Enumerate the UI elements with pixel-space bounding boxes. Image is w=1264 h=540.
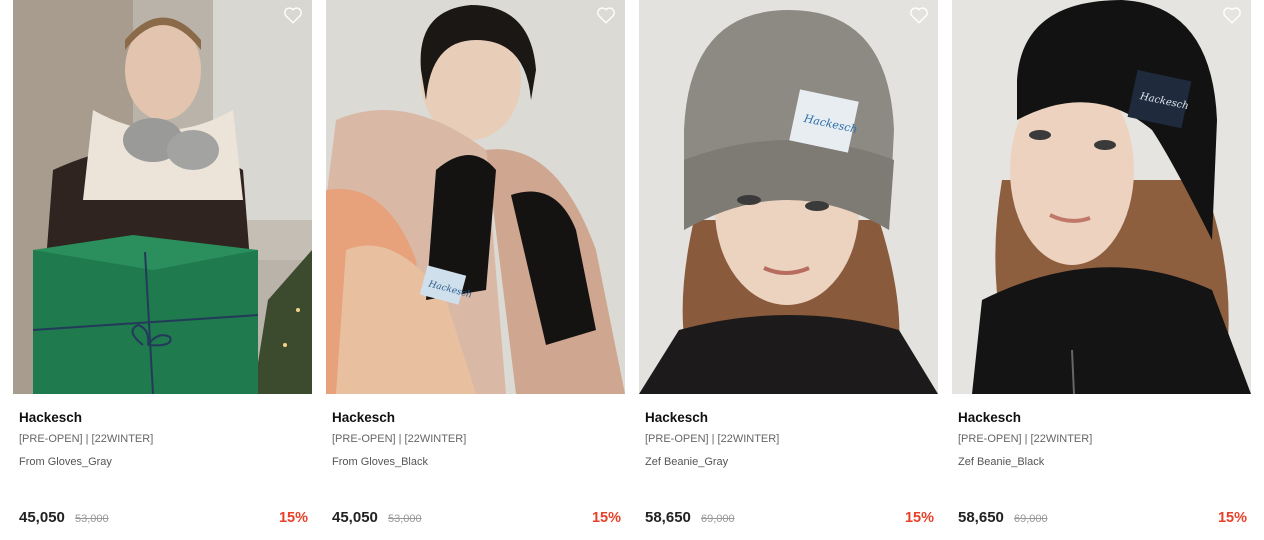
product-tag: [PRE-OPEN] | [22WINTER] [958, 433, 1093, 445]
discount-rate: 15% [1217, 510, 1247, 526]
wishlist-button[interactable] [282, 4, 304, 26]
price-row: 58,650 69,000 15% [958, 509, 1247, 527]
product-card[interactable]: Hackesch Hackesch [PRE-OPEN] | [22WINTER… [952, 0, 1251, 540]
price-row: 45,050 53,000 15% [332, 509, 621, 527]
product-image[interactable] [13, 0, 312, 394]
product-photo-gloves-gray [13, 0, 312, 394]
product-image[interactable]: Hackesch [326, 0, 625, 394]
product-name[interactable]: Zef Beanie_Gray [645, 455, 932, 469]
wishlist-button[interactable] [1221, 4, 1243, 26]
wishlist-button[interactable] [595, 4, 617, 26]
product-card[interactable]: Hackesch [PRE-OPEN] | [22WINTER] From Gl… [13, 0, 312, 540]
product-image[interactable]: Hackesch [952, 0, 1251, 394]
product-grid: Hackesch [PRE-OPEN] | [22WINTER] From Gl… [0, 0, 1264, 540]
product-name[interactable]: Zef Beanie_Black [958, 455, 1245, 469]
original-price: 53,000 [75, 513, 109, 525]
product-brand[interactable]: Hackesch [332, 409, 619, 426]
original-price: 69,000 [701, 513, 735, 525]
original-price: 69,000 [1014, 513, 1048, 525]
product-card[interactable]: Hackesch Hackesch [PRE-OPEN] | [22WINTER… [326, 0, 625, 540]
heart-outline-icon [284, 7, 302, 24]
heart-outline-icon [597, 7, 615, 24]
heart-outline-icon [910, 7, 928, 24]
product-brand[interactable]: Hackesch [645, 409, 932, 426]
product-brand[interactable]: Hackesch [19, 409, 306, 426]
sale-price: 45,050 [332, 509, 378, 526]
heart-outline-icon [1223, 7, 1241, 24]
sale-price: 45,050 [19, 509, 65, 526]
price-row: 45,050 53,000 15% [19, 509, 308, 527]
product-name[interactable]: From Gloves_Black [332, 455, 619, 469]
product-image[interactable]: Hackesch [639, 0, 938, 394]
sale-price: 58,650 [645, 509, 691, 526]
wishlist-button[interactable] [908, 4, 930, 26]
product-photo-gloves-black: Hackesch [326, 0, 625, 394]
product-tag: [PRE-OPEN] | [22WINTER] [332, 433, 467, 445]
product-name[interactable]: From Gloves_Gray [19, 455, 306, 469]
product-photo-beanie-black: Hackesch [952, 0, 1251, 394]
discount-rate: 15% [591, 510, 621, 526]
original-price: 53,000 [388, 513, 422, 525]
discount-rate: 15% [278, 510, 308, 526]
product-photo-beanie-gray: Hackesch [639, 0, 938, 394]
discount-rate: 15% [904, 510, 934, 526]
product-brand[interactable]: Hackesch [958, 409, 1245, 426]
product-tag: [PRE-OPEN] | [22WINTER] [645, 433, 780, 445]
price-row: 58,650 69,000 15% [645, 509, 934, 527]
sale-price: 58,650 [958, 509, 1004, 526]
product-card[interactable]: Hackesch Hackesch [PRE-OPEN] | [22WINTER… [639, 0, 938, 540]
product-tag: [PRE-OPEN] | [22WINTER] [19, 433, 154, 445]
